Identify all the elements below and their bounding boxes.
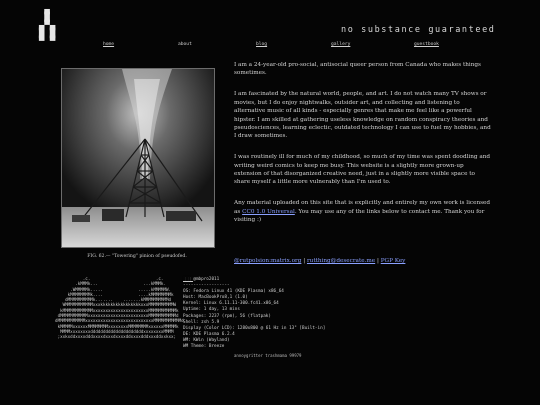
contact-links: @rutpolsion:matrix.org | rutthing@desecr… <box>234 258 405 264</box>
site-logo[interactable]: ▄ █ ▄▀▄ █ █ ▀ ▀ <box>39 6 57 47</box>
info-host: Host: MacBookPro8,1 (1.0) <box>183 295 248 301</box>
about-paragraph-2: I am fascinated by the natural world, pe… <box>234 91 491 140</box>
info-wm: WM: KWin (Wayland) <box>183 337 230 343</box>
about-paragraph-1: I am a 24-year-old pro-social, antisocia… <box>234 62 481 77</box>
redacted-username: ████ <box>183 277 194 282</box>
nav-item-gallery[interactable]: gallery <box>331 42 350 47</box>
host-name: @mbpro2011 <box>193 277 220 282</box>
license-link[interactable]: CC0 1.0 Universal <box>242 209 295 215</box>
radio-tower-icon <box>62 69 214 247</box>
pgp-key-link[interactable]: PGP Key <box>381 258 406 264</box>
info-os: OS: Fedora Linux 41 (KDE Plasma) x86_64 <box>183 289 284 295</box>
info-shell: Shell: zsh 5.9 <box>183 319 220 325</box>
radio-tower-photo <box>61 68 215 248</box>
main-nav: home about blog gallery guestbook <box>0 42 540 52</box>
info-packages: Packages: 2237 (rpm), 56 (flatpak) <box>183 313 271 319</box>
site-tagline: no substance guaranteed <box>341 25 496 35</box>
about-paragraph-3: I was routinely ill for much of my child… <box>234 154 491 186</box>
info-kernel: Kernel: Linux 6.11.11-300.fc41.x86_64 <box>183 301 279 307</box>
matrix-link[interactable]: @rutpolsion:matrix.org <box>234 258 301 264</box>
nav-item-blog[interactable]: blog <box>256 42 267 47</box>
info-de: DE: KDE Plasma 6.2.4 <box>183 331 235 337</box>
info-rule: ------------------ <box>183 283 230 289</box>
about-text: I am a 24-year-old pro-social, antisocia… <box>234 61 492 237</box>
about-paragraph-4: Any material uploaded on this site that … <box>234 199 492 224</box>
ascii-art-logo: .c. .c. .kMMMk... ...kMMMk. .WMMMMMk....… <box>55 276 184 340</box>
nav-item-home[interactable]: home <box>103 42 114 47</box>
info-wm-theme: WM Theme: Breeze <box>183 344 225 350</box>
photo-caption: FIG. 62.— "Towering" pinion of pseudofed… <box>87 254 187 259</box>
nav-item-about[interactable]: about <box>178 42 192 47</box>
email-link[interactable]: rutthing@desecrate.me <box>307 258 375 264</box>
footer-text: annoygritter trashmama 99979 <box>234 353 302 358</box>
info-uptime: Uptime: 1 day, 13 mins <box>183 307 240 313</box>
fastfetch-output: ████@mbpro2011 ------------------ OS: Fe… <box>183 277 325 350</box>
nav-item-guestbook[interactable]: guestbook <box>414 42 439 47</box>
info-display: Display (Color LCD): 1280x800 @ 61 Hz in… <box>183 325 326 331</box>
